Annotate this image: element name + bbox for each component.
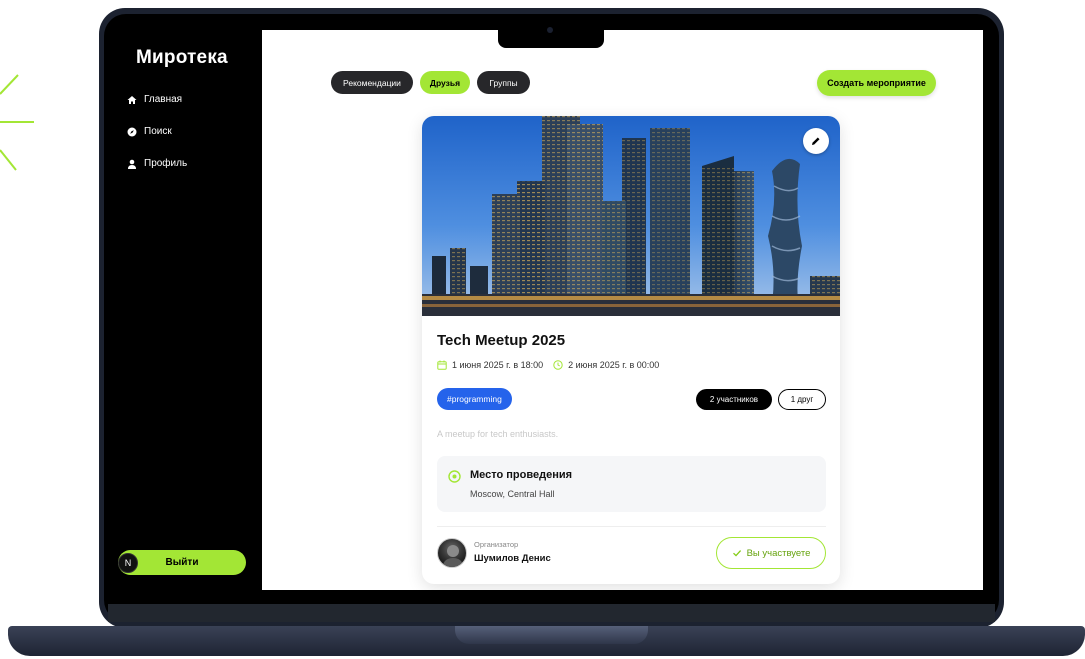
camera-icon bbox=[547, 27, 553, 33]
organizer-name[interactable]: Шумилов Денис bbox=[474, 553, 551, 564]
create-event-button[interactable]: Создать мероприятие bbox=[817, 70, 936, 96]
pencil-icon bbox=[812, 137, 820, 145]
organizer-avatar[interactable] bbox=[437, 538, 467, 568]
check-icon bbox=[732, 550, 741, 557]
event-title: Tech Meetup 2025 bbox=[437, 332, 566, 349]
n-badge: N bbox=[118, 553, 138, 573]
calendar-icon bbox=[437, 360, 447, 370]
stage: Миротека Главная Поиск Профиль Выйти N Р… bbox=[0, 0, 1085, 659]
laptop-notch bbox=[498, 20, 604, 48]
attending-button[interactable]: Вы участвуете bbox=[716, 537, 826, 569]
sidebar-item-search[interactable]: Поиск bbox=[127, 126, 172, 137]
home-icon bbox=[127, 95, 137, 104]
tab-friends[interactable]: Друзья bbox=[420, 71, 470, 94]
participants-badge[interactable]: 2 участников bbox=[696, 389, 772, 410]
main-content: Рекомендации Друзья Группы Создать мероп… bbox=[262, 30, 983, 590]
laptop-bottom-bezel bbox=[108, 604, 995, 622]
laptop-hinge bbox=[455, 626, 648, 644]
sidebar-item-label: Профиль bbox=[144, 158, 188, 169]
user-icon bbox=[128, 159, 136, 169]
clock-icon bbox=[553, 360, 563, 370]
tab-recommendations[interactable]: Рекомендации bbox=[331, 71, 413, 94]
event-cover-image bbox=[422, 116, 840, 316]
compass-icon bbox=[127, 127, 137, 136]
organizer-label: Организатор bbox=[474, 540, 519, 549]
event-card: Tech Meetup 2025 1 июня 2025 г. в 18:00 … bbox=[422, 116, 840, 584]
app-logo: Миротека bbox=[136, 47, 228, 68]
person-photo-icon bbox=[442, 545, 464, 567]
sidebar-item-profile[interactable]: Профиль bbox=[127, 158, 187, 169]
sparkle-decoration-icon bbox=[0, 74, 34, 171]
divider bbox=[437, 526, 826, 527]
event-start-date: 1 июня 2025 г. в 18:00 bbox=[452, 360, 544, 370]
venue-box: Место проведения Moscow, Central Hall bbox=[437, 456, 826, 512]
venue-address: Moscow, Central Hall bbox=[470, 489, 555, 499]
sidebar-item-label: Главная bbox=[144, 94, 183, 105]
tab-groups[interactable]: Группы bbox=[477, 71, 530, 94]
location-pin-icon bbox=[448, 470, 461, 483]
venue-title: Место проведения bbox=[470, 469, 573, 481]
sidebar: Миротека Главная Поиск Профиль Выйти N bbox=[118, 30, 262, 604]
sidebar-item-label: Поиск bbox=[144, 126, 172, 137]
sidebar-item-home[interactable]: Главная bbox=[127, 94, 182, 105]
event-dates: 1 июня 2025 г. в 18:00 2 июня 2025 г. в … bbox=[437, 360, 659, 370]
edit-event-button[interactable] bbox=[803, 128, 829, 154]
event-tag[interactable]: #programming bbox=[437, 388, 512, 410]
event-end-date: 2 июня 2025 г. в 00:00 bbox=[568, 360, 660, 370]
event-description: A meetup for tech enthusiasts. bbox=[437, 429, 559, 439]
attending-label: Вы участвуете bbox=[746, 547, 811, 559]
friends-badge[interactable]: 1 друг bbox=[778, 389, 826, 410]
